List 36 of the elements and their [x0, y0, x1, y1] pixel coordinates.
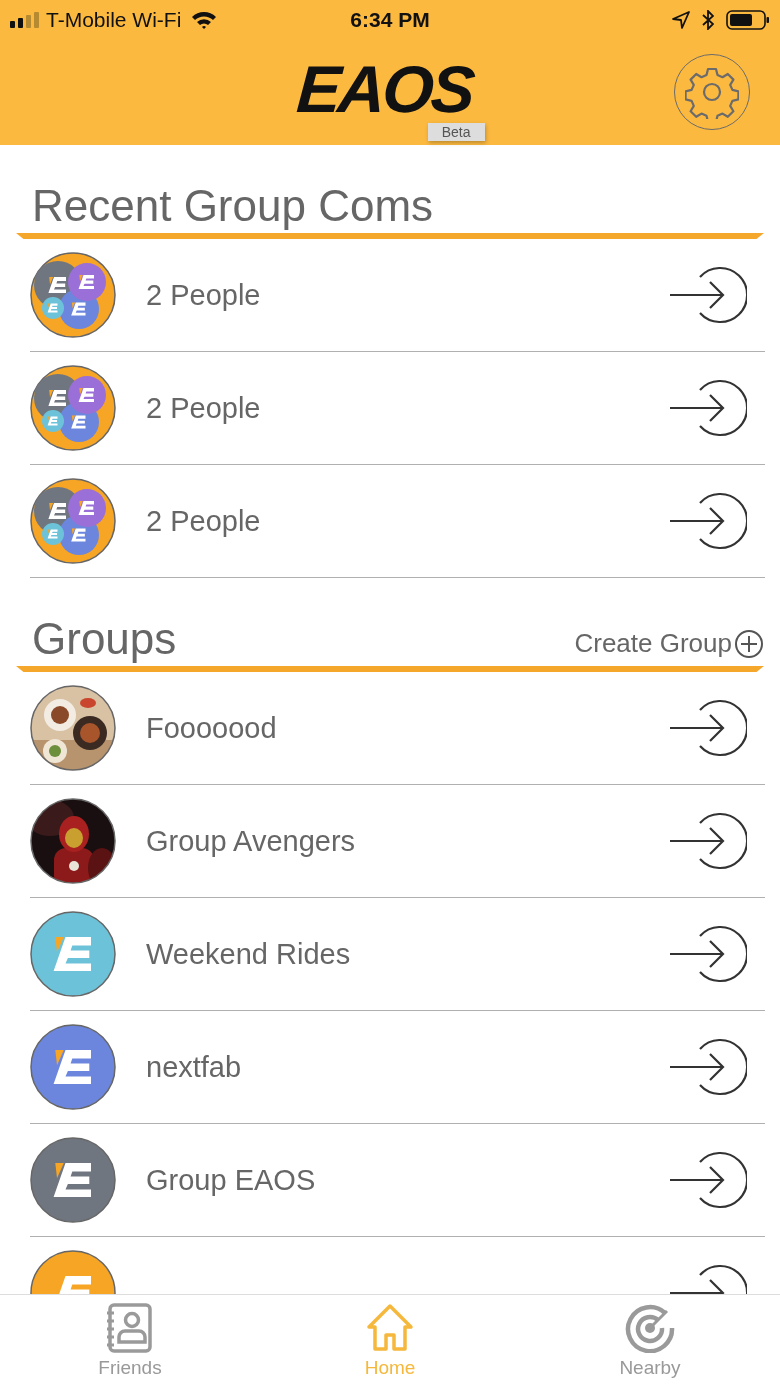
contacts-icon — [105, 1303, 155, 1353]
enter-icon[interactable] — [669, 925, 747, 983]
wifi-icon — [191, 10, 218, 30]
home-icon — [365, 1303, 415, 1353]
clock-time: 6:34 PM — [350, 8, 430, 32]
group-name: 2 People — [146, 278, 261, 312]
section-title: Groups — [32, 613, 177, 665]
group-name: nextfab — [146, 1050, 242, 1084]
location-icon — [672, 11, 690, 29]
beta-badge: Beta — [427, 123, 485, 141]
enter-icon[interactable] — [669, 1038, 747, 1096]
tab[interactable]: Nearby — [520, 1295, 780, 1387]
enter-icon[interactable] — [669, 1151, 747, 1209]
bluetooth-icon — [702, 10, 714, 30]
battery-icon — [726, 10, 770, 30]
enter-icon[interactable] — [669, 266, 747, 324]
settings-icon — [685, 65, 739, 119]
section-title: Recent Group Coms — [32, 180, 434, 232]
create-group-button[interactable]: Create Group — [574, 628, 764, 659]
tab[interactable]: Friends — [0, 1295, 260, 1387]
group-name: Group Avengers — [146, 824, 356, 858]
carrier-name: T-Mobile Wi-Fi — [46, 8, 182, 32]
group-name: 2 People — [146, 504, 261, 538]
group-name: Group EAOS — [146, 1163, 316, 1197]
app-logo: EAOS — [295, 56, 475, 122]
enter-icon[interactable] — [669, 492, 747, 550]
enter-icon[interactable] — [669, 812, 747, 870]
plus-icon — [734, 628, 764, 659]
enter-icon[interactable] — [669, 379, 747, 437]
signal-icon — [10, 12, 40, 28]
tab[interactable]: Home — [260, 1295, 520, 1387]
radar-icon — [625, 1303, 675, 1353]
group-name: 2 People — [146, 391, 261, 425]
enter-icon[interactable] — [669, 699, 747, 757]
group-name: Weekend Rides — [146, 937, 351, 971]
group-name: Fooooood — [146, 711, 277, 745]
